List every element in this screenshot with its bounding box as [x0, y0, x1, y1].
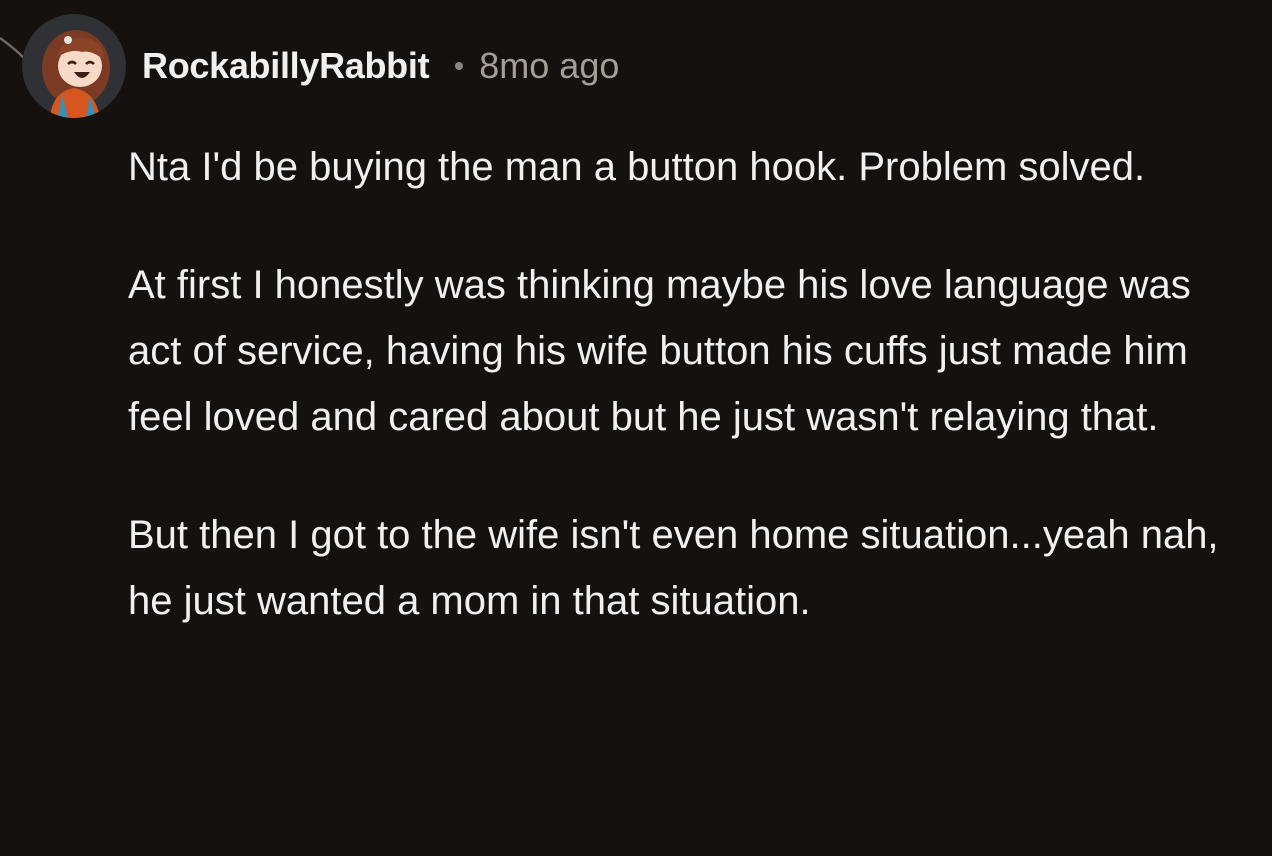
avatar[interactable]	[22, 14, 126, 118]
comment-paragraph: But then I got to the wife isn't even ho…	[128, 513, 1219, 623]
separator-dot	[455, 62, 464, 70]
comment-paragraph: Nta I'd be buying the man a button hook.…	[128, 145, 1146, 189]
cartoon-girl-avatar-icon	[22, 14, 126, 118]
username-link[interactable]: RockabillyRabbit	[142, 45, 430, 87]
comment-header: RockabillyRabbit 8mo ago	[22, 14, 619, 118]
comment-paragraph: At first I honestly was thinking maybe h…	[128, 263, 1191, 439]
timestamp[interactable]: 8mo ago	[479, 45, 619, 87]
comment-body: Nta I'd be buying the man a button hook.…	[128, 134, 1248, 634]
